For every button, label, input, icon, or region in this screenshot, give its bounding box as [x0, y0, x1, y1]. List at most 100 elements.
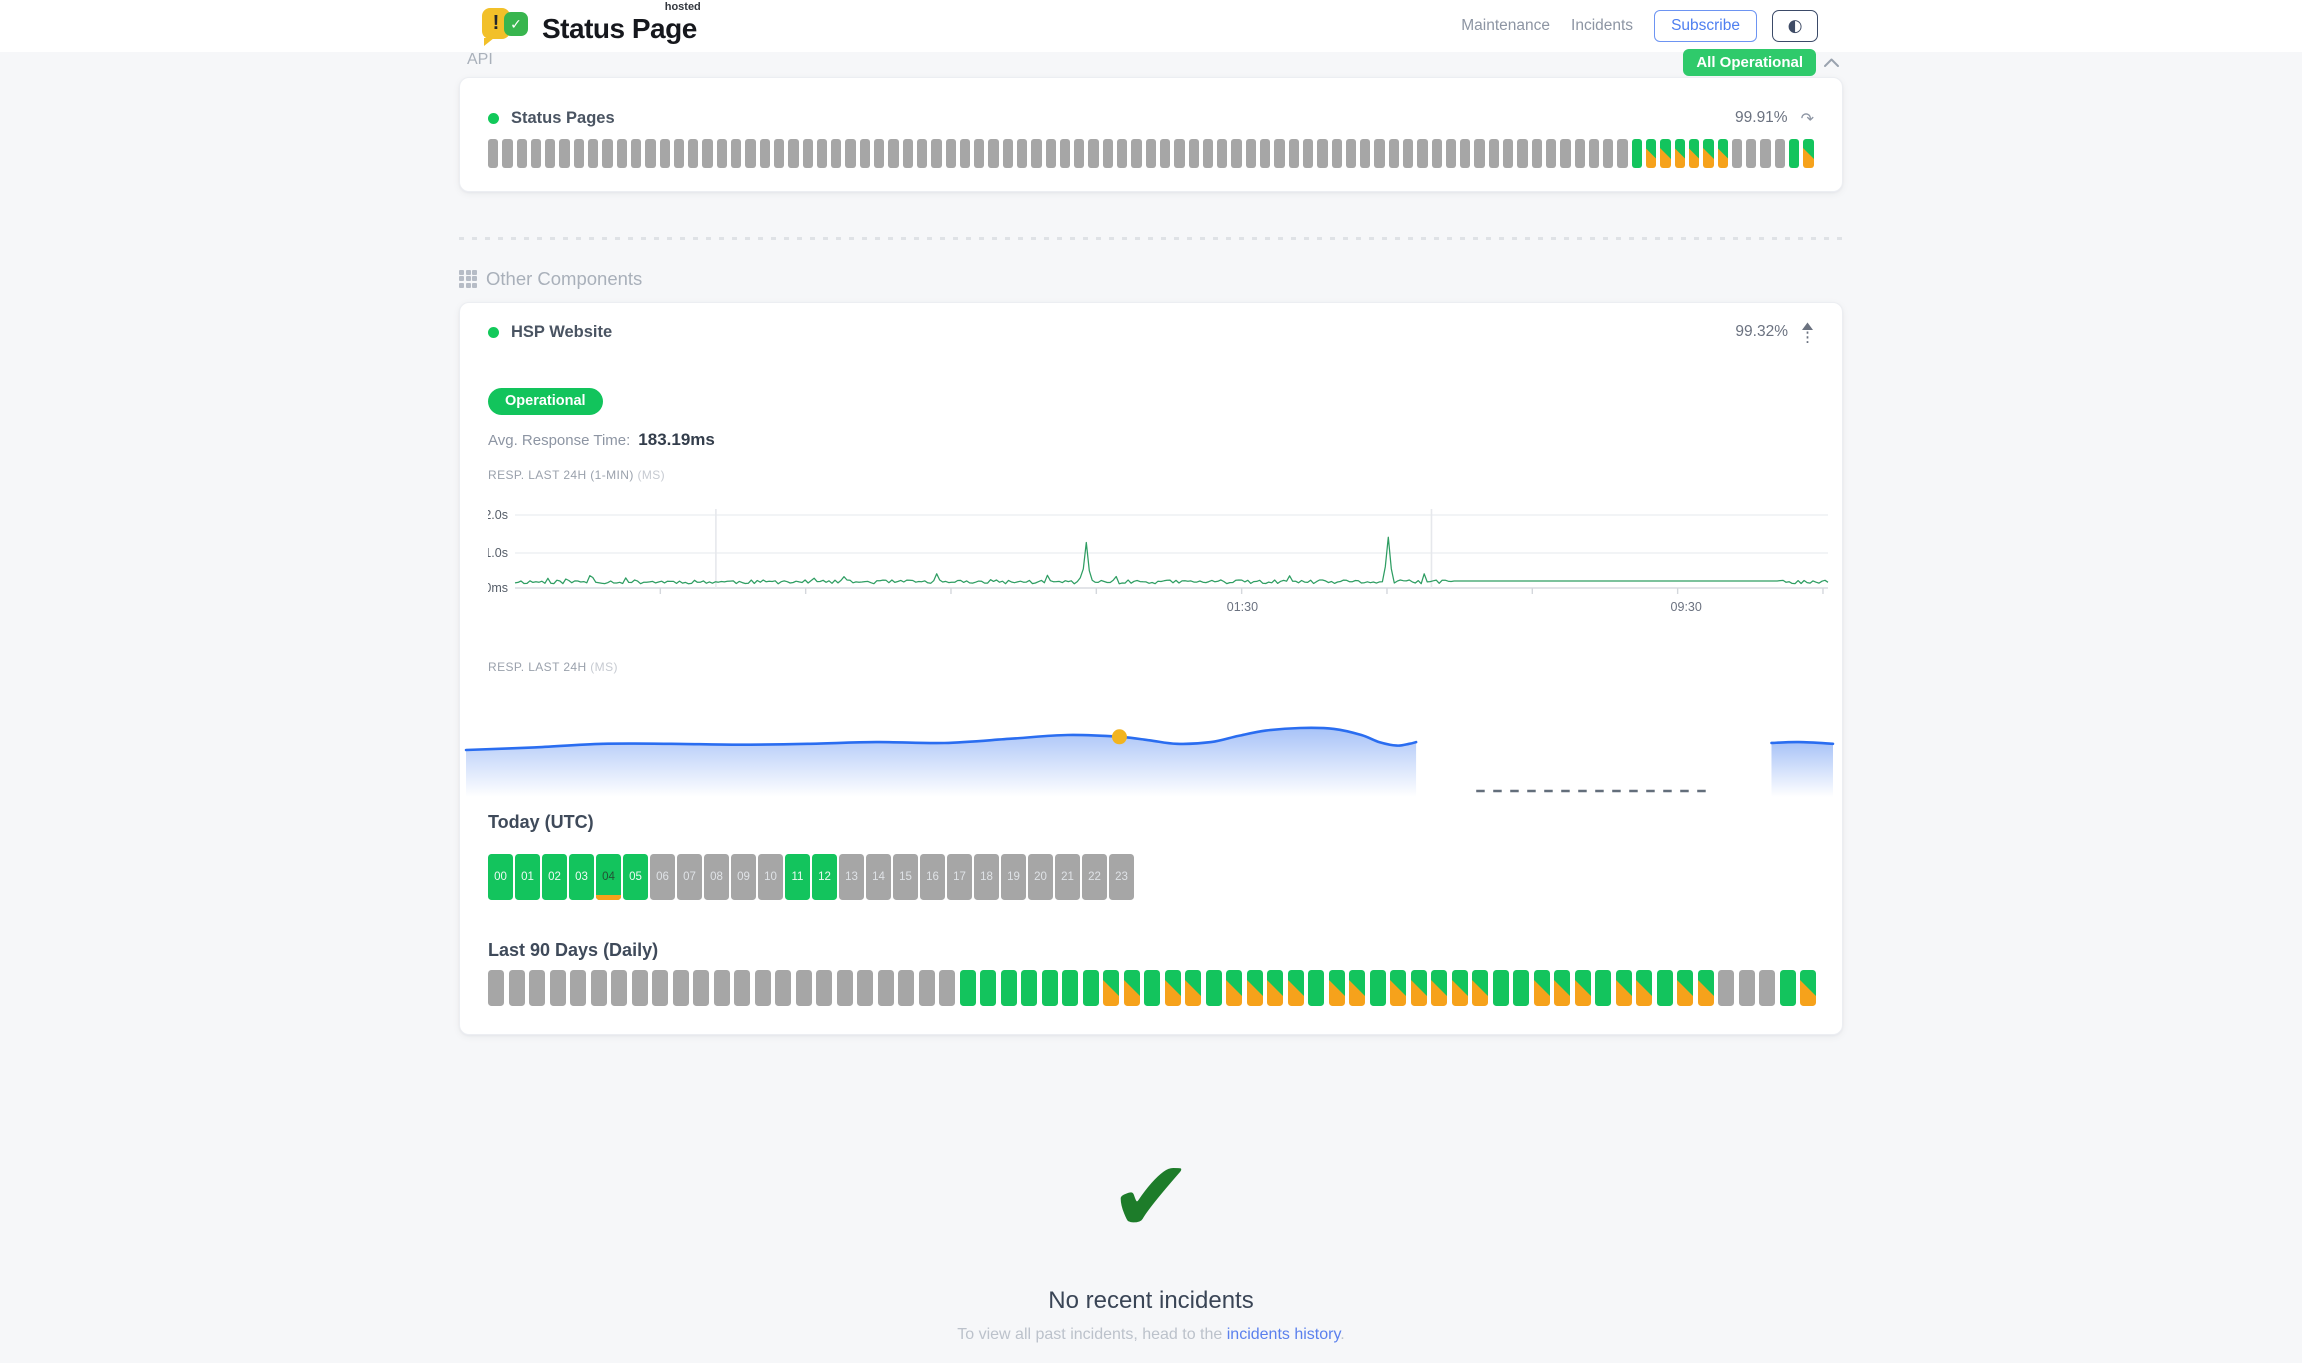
uptime-bar[interactable]	[1329, 970, 1345, 1006]
uptime-bar[interactable]	[878, 970, 894, 1006]
uptime-bar[interactable]	[1560, 139, 1570, 168]
hour-block-14[interactable]: 14	[866, 854, 891, 900]
uptime-bar[interactable]	[845, 139, 855, 168]
uptime-bar[interactable]	[917, 139, 927, 168]
uptime-bar[interactable]	[502, 139, 512, 168]
uptime-bar[interactable]	[574, 139, 584, 168]
uptime-bar[interactable]	[1675, 139, 1685, 168]
uptime-bar[interactable]	[509, 970, 525, 1006]
uptime-bar[interactable]	[488, 139, 498, 168]
uptime-bar[interactable]	[1595, 970, 1611, 1006]
uptime-bar[interactable]	[1617, 139, 1627, 168]
uptime-bar[interactable]	[1575, 139, 1585, 168]
uptime-bar[interactable]	[1474, 139, 1484, 168]
uptime-bar[interactable]	[588, 139, 598, 168]
hour-block-18[interactable]: 18	[974, 854, 999, 900]
uptime-bar[interactable]	[831, 139, 841, 168]
uptime-bar[interactable]	[1246, 139, 1256, 168]
uptime-bar[interactable]	[1308, 970, 1324, 1006]
uptime-bar[interactable]	[734, 970, 750, 1006]
hour-block-12[interactable]: 12	[812, 854, 837, 900]
uptime-bar[interactable]	[1636, 970, 1652, 1006]
uptime-bar[interactable]	[1489, 139, 1499, 168]
uptime-bar[interactable]	[980, 970, 996, 1006]
uptime-bar[interactable]	[960, 970, 976, 1006]
uptime-bar[interactable]	[1411, 970, 1427, 1006]
hour-block-10[interactable]: 10	[758, 854, 783, 900]
uptime-bar[interactable]	[1083, 970, 1099, 1006]
uptime-bar[interactable]	[1349, 970, 1365, 1006]
uptime-bar[interactable]	[1217, 139, 1227, 168]
uptime-bar[interactable]	[1260, 139, 1270, 168]
uptime-bar[interactable]	[1189, 139, 1199, 168]
uptime-bar[interactable]	[1703, 139, 1713, 168]
uptime-bar[interactable]	[1646, 139, 1656, 168]
nav-link-incidents[interactable]: Incidents	[1571, 17, 1633, 35]
uptime-bar[interactable]	[1303, 139, 1313, 168]
highlighted-data-point[interactable]	[1112, 729, 1127, 744]
hour-block-08[interactable]: 08	[704, 854, 729, 900]
uptime-bar[interactable]	[1452, 970, 1468, 1006]
uptime-bar[interactable]	[1389, 139, 1399, 168]
uptime-bar[interactable]	[1124, 970, 1140, 1006]
theme-toggle-button[interactable]: ◐	[1772, 10, 1818, 42]
uptime-bar[interactable]	[673, 970, 689, 1006]
uptime-bar[interactable]	[1657, 970, 1673, 1006]
uptime-bar[interactable]	[1031, 139, 1041, 168]
uptime-bar[interactable]	[602, 139, 612, 168]
uptime-bar[interactable]	[1718, 970, 1734, 1006]
uptime-bar[interactable]	[837, 970, 853, 1006]
uptime-bar[interactable]	[1288, 970, 1304, 1006]
uptime-bar[interactable]	[1432, 139, 1442, 168]
uptime-bar[interactable]	[693, 970, 709, 1006]
uptime-bar[interactable]	[1472, 970, 1488, 1006]
uptime-bar[interactable]	[1417, 139, 1427, 168]
uptime-bar[interactable]	[1131, 139, 1141, 168]
uptime-bar[interactable]	[1493, 970, 1509, 1006]
uptime-bar[interactable]	[660, 139, 670, 168]
uptime-bar[interactable]	[1346, 139, 1356, 168]
hour-block-20[interactable]: 20	[1028, 854, 1053, 900]
uptime-bar[interactable]	[1517, 139, 1527, 168]
uptime-bar[interactable]	[1160, 139, 1170, 168]
uptime-bar[interactable]	[803, 139, 813, 168]
subscribe-button[interactable]: Subscribe	[1654, 10, 1757, 42]
hour-block-03[interactable]: 03	[569, 854, 594, 900]
uptime-bar[interactable]	[731, 139, 741, 168]
uptime-bar[interactable]	[1660, 139, 1670, 168]
uptime-bar[interactable]	[591, 970, 607, 1006]
uptime-bar[interactable]	[816, 970, 832, 1006]
uptime-bar[interactable]	[717, 139, 727, 168]
uptime-bar[interactable]	[888, 139, 898, 168]
nav-link-maintenance[interactable]: Maintenance	[1461, 17, 1550, 35]
uptime-bar[interactable]	[1554, 970, 1570, 1006]
uptime-bar[interactable]	[611, 970, 627, 1006]
uptime-bar[interactable]	[931, 139, 941, 168]
uptime-bar[interactable]	[617, 139, 627, 168]
uptime-bar[interactable]	[545, 139, 555, 168]
uptime-bar[interactable]	[1746, 139, 1756, 168]
uptime-bar[interactable]	[1718, 139, 1728, 168]
uptime-bar[interactable]	[652, 970, 668, 1006]
uptime-bar[interactable]	[1144, 970, 1160, 1006]
uptime-bar[interactable]	[1534, 970, 1550, 1006]
uptime-bar[interactable]	[529, 970, 545, 1006]
uptime-bar[interactable]	[1103, 139, 1113, 168]
uptime-bar[interactable]	[1103, 970, 1119, 1006]
hour-block-01[interactable]: 01	[515, 854, 540, 900]
uptime-bar[interactable]	[645, 139, 655, 168]
uptime-bar[interactable]	[755, 970, 771, 1006]
uptime-bar[interactable]	[1460, 139, 1470, 168]
brand-logo[interactable]: ! ✓ Status Pagehosted	[482, 6, 697, 48]
uptime-bar[interactable]	[1317, 139, 1327, 168]
uptime-bar[interactable]	[1274, 139, 1284, 168]
uptime-bar[interactable]	[1403, 139, 1413, 168]
hour-block-09[interactable]: 09	[731, 854, 756, 900]
uptime-bar[interactable]	[1789, 139, 1799, 168]
uptime-bar[interactable]	[1698, 970, 1714, 1006]
uptime-bar[interactable]	[674, 139, 684, 168]
hour-block-15[interactable]: 15	[893, 854, 918, 900]
uptime-bar[interactable]	[1165, 970, 1181, 1006]
uptime-bar[interactable]	[559, 139, 569, 168]
uptime-bar[interactable]	[1074, 139, 1084, 168]
